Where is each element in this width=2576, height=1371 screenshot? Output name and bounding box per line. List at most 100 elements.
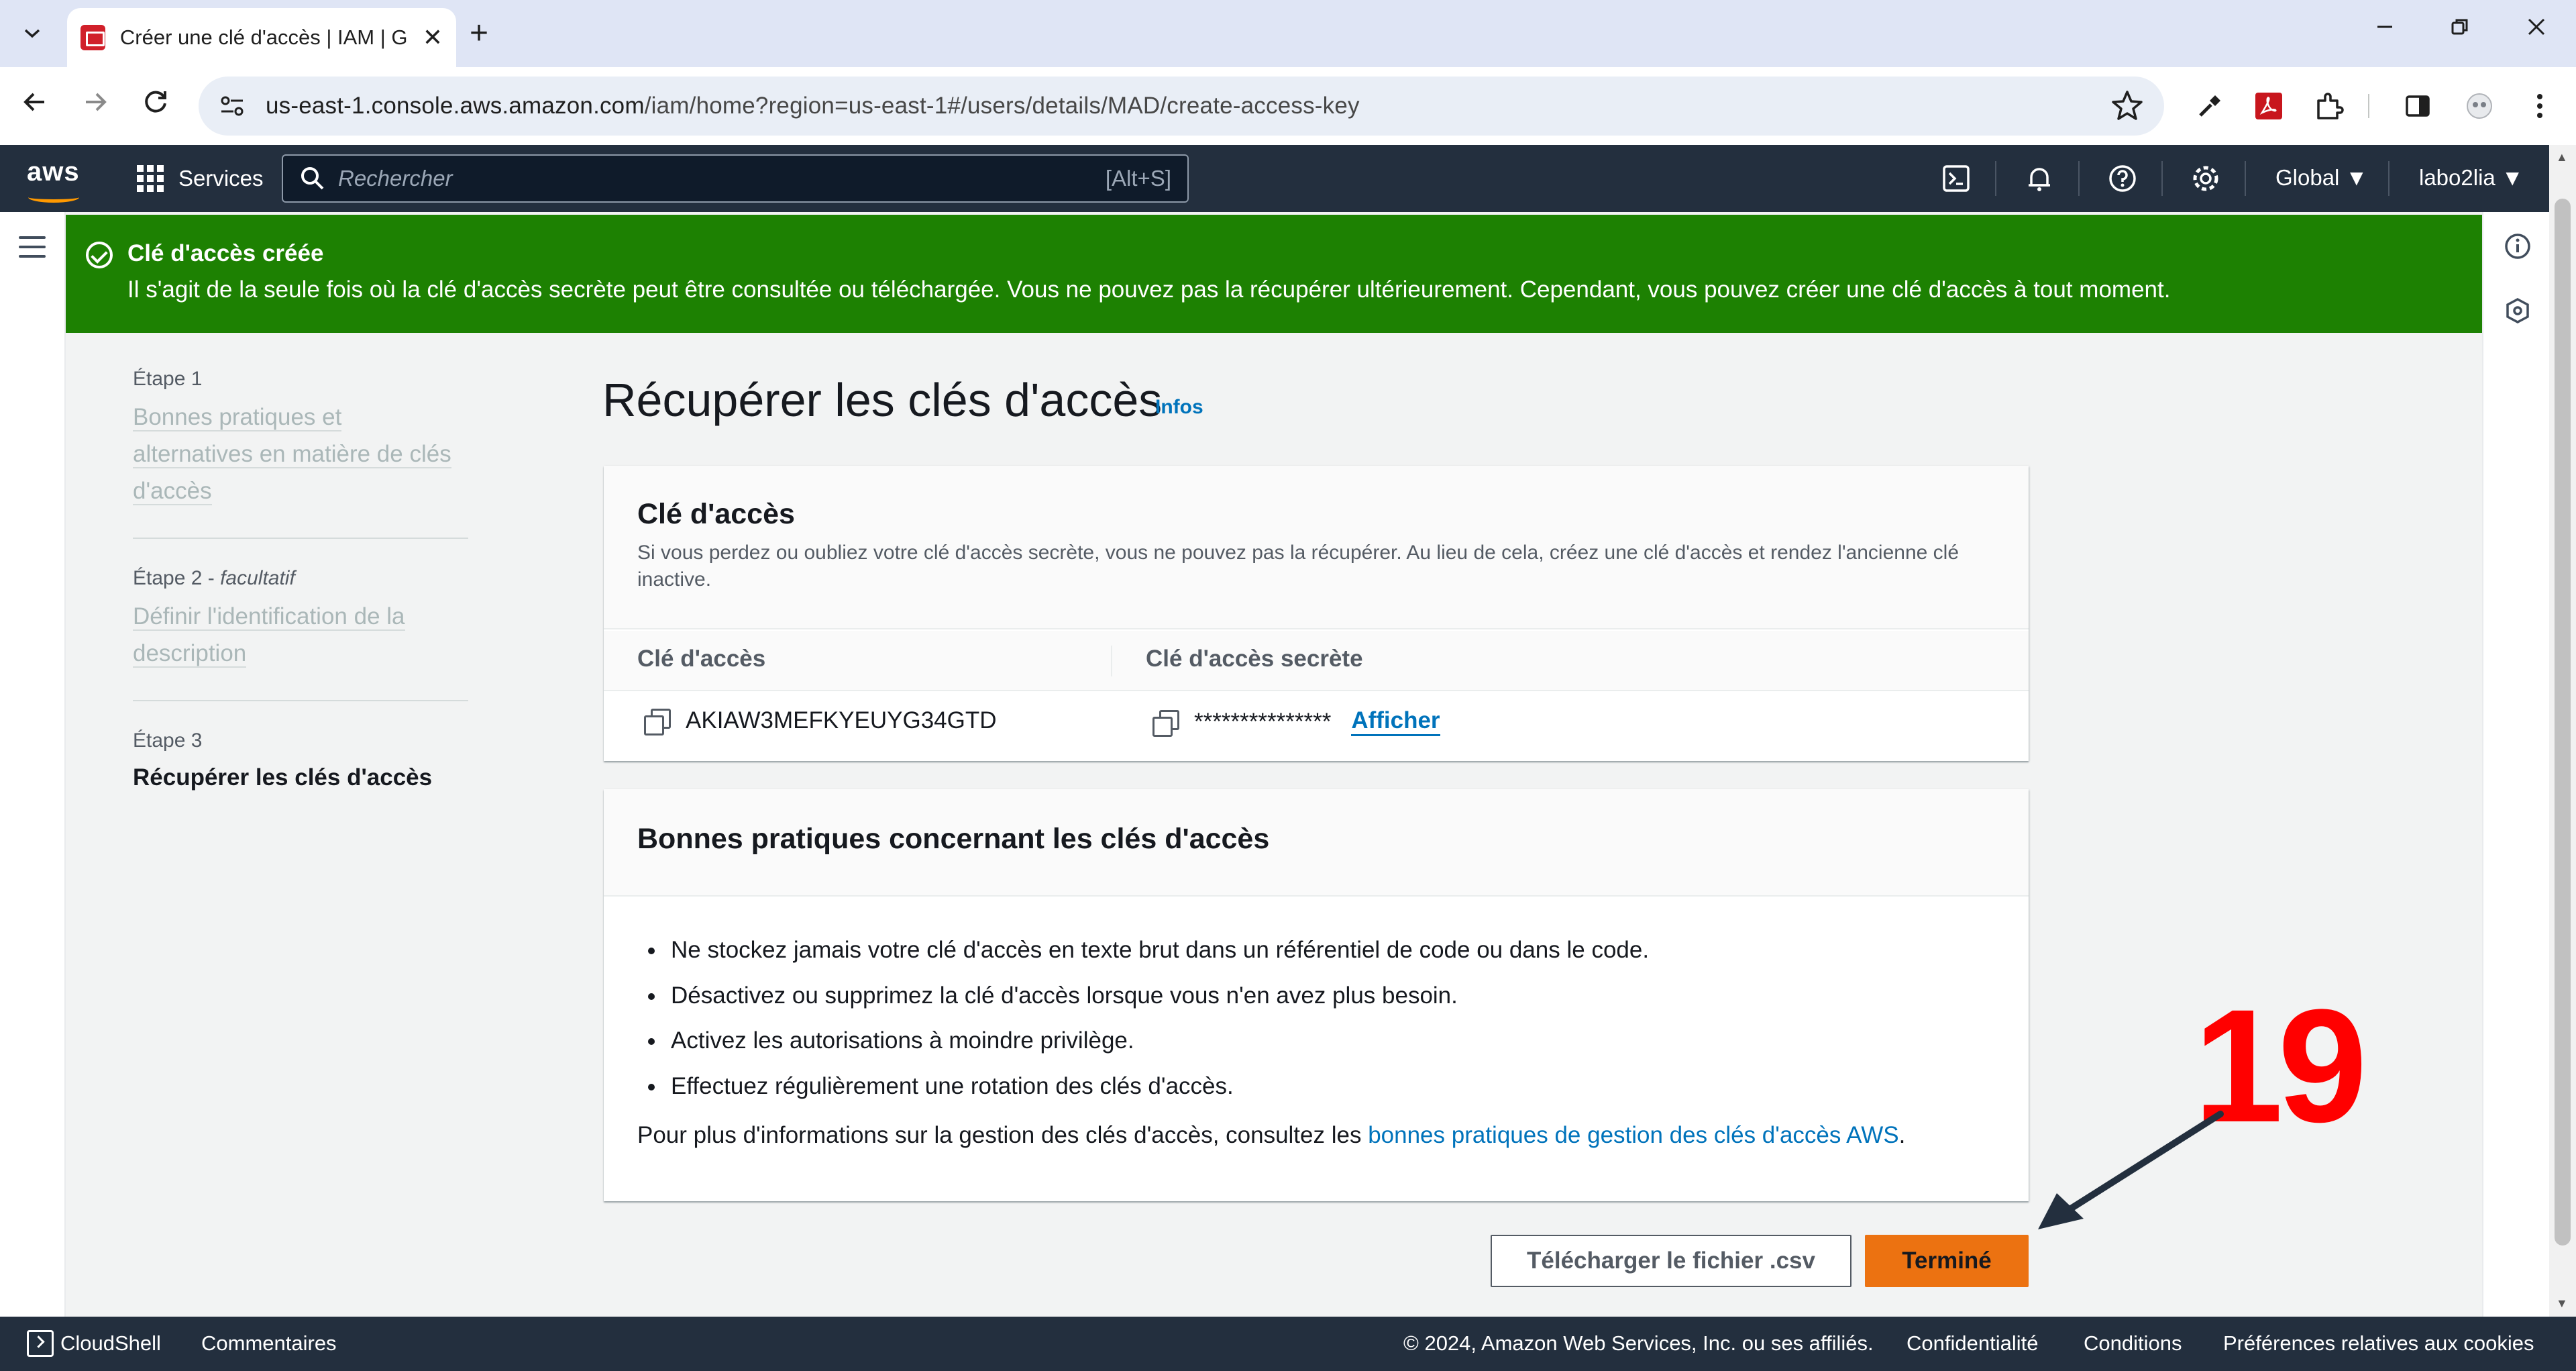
list-item: Désactivez ou supprimez la clé d'accès l… bbox=[648, 973, 1649, 1019]
best-practices-list: Ne stockez jamais votre clé d'accès en t… bbox=[648, 927, 1649, 1109]
left-navigation-rail bbox=[0, 212, 66, 1317]
step-2-link[interactable]: Définir l'identification de la descripti… bbox=[133, 598, 468, 672]
list-item: Ne stockez jamais votre clé d'accès en t… bbox=[648, 927, 1649, 973]
cloudshell-link[interactable]: CloudShell bbox=[60, 1331, 161, 1356]
copy-icon[interactable] bbox=[644, 709, 671, 735]
minimize-window-button[interactable] bbox=[2375, 15, 2395, 43]
account-menu[interactable]: labo2lia ▼ bbox=[2419, 165, 2524, 191]
back-button[interactable] bbox=[20, 87, 50, 124]
new-tab-button[interactable]: + bbox=[470, 17, 488, 50]
services-menu-button[interactable]: Services bbox=[137, 165, 264, 192]
more-info-suffix: . bbox=[1898, 1122, 1906, 1148]
terms-link[interactable]: Conditions bbox=[2084, 1331, 2182, 1356]
search-input[interactable]: Rechercher [Alt+S] bbox=[282, 154, 1189, 203]
minimize-icon bbox=[2377, 26, 2392, 28]
nav-separator bbox=[2388, 161, 2390, 196]
restore-icon bbox=[2451, 19, 2468, 35]
access-key-container: Clé d'accès Si vous perdez ou oubliez vo… bbox=[604, 466, 2029, 761]
more-info-text: Pour plus d'informations sur la gestion … bbox=[637, 1122, 1905, 1149]
column-header-secret-key: Clé d'accès secrète bbox=[1146, 646, 1363, 672]
url-text: us-east-1.console.aws.amazon.com/iam/hom… bbox=[266, 93, 1360, 119]
step-2-label: Étape 2 - facultatif bbox=[133, 567, 468, 590]
done-button[interactable]: Terminé bbox=[1865, 1235, 2029, 1287]
extensions-icon[interactable] bbox=[2313, 90, 2345, 122]
tab-title: Créer une clé d'accès | IAM | Global bbox=[119, 26, 407, 49]
best-practices-header: Bonnes pratiques concernant les clés d'a… bbox=[604, 789, 2029, 897]
browser-address-bar: us-east-1.console.aws.amazon.com/iam/hom… bbox=[0, 67, 2576, 145]
secret-key-cell: *************** Afficher bbox=[1152, 707, 1440, 737]
site-info-icon[interactable] bbox=[215, 89, 250, 123]
scroll-up-arrow[interactable]: ▲ bbox=[2556, 150, 2568, 164]
step-1-link[interactable]: Bonnes pratiques et alternatives en mati… bbox=[133, 399, 468, 509]
bookmark-star-icon[interactable] bbox=[2110, 89, 2144, 125]
step-3-label: Étape 3 bbox=[133, 729, 203, 752]
step-2-optional: facultatif bbox=[220, 567, 295, 589]
wizard-steps: Étape 1 Bonnes pratiques et alternatives… bbox=[133, 368, 468, 791]
aws-logo-text: aws bbox=[27, 157, 80, 187]
url-bar[interactable]: us-east-1.console.aws.amazon.com/iam/hom… bbox=[199, 77, 2164, 136]
download-csv-button[interactable]: Télécharger le fichier .csv bbox=[1491, 1235, 1851, 1287]
browser-menu-icon[interactable] bbox=[2524, 90, 2556, 122]
search-placeholder: Rechercher bbox=[338, 166, 453, 191]
access-key-title: Clé d'accès bbox=[637, 498, 795, 530]
side-panel-icon[interactable] bbox=[2402, 90, 2434, 122]
list-item: Effectuez régulièrement une rotation des… bbox=[648, 1064, 1649, 1109]
scrollbar-thumb[interactable] bbox=[2555, 199, 2571, 1246]
cookie-preferences-link[interactable]: Préférences relatives aux cookies bbox=[2223, 1331, 2534, 1356]
nav-separator bbox=[1995, 161, 1996, 196]
hamburger-menu-icon[interactable] bbox=[19, 236, 46, 264]
reload-button[interactable] bbox=[141, 87, 170, 124]
show-secret-link[interactable]: Afficher bbox=[1351, 707, 1440, 736]
step-divider bbox=[133, 538, 468, 539]
copyright-text: © 2024, Amazon Web Services, Inc. ou ses… bbox=[1403, 1331, 1874, 1355]
copy-icon[interactable] bbox=[1152, 709, 1179, 737]
settings-gear-icon[interactable] bbox=[2188, 161, 2223, 196]
access-key-cell: AKIAW3MEFKYEUYG34GTD bbox=[644, 707, 997, 735]
aws-iam-favicon-icon bbox=[80, 25, 105, 50]
region-selector[interactable]: Global ▼ bbox=[2275, 165, 2367, 191]
search-icon bbox=[301, 167, 324, 190]
access-key-header: Clé d'accès Si vous perdez ou oubliez vo… bbox=[604, 466, 2029, 629]
column-separator bbox=[1111, 646, 1112, 676]
annotation-arrow-icon bbox=[2038, 1111, 2224, 1229]
profile-icon[interactable] bbox=[2463, 90, 2496, 122]
best-practices-container: Bonnes pratiques concernant les clés d'a… bbox=[604, 789, 2029, 1201]
feedback-link[interactable]: Commentaires bbox=[201, 1331, 337, 1356]
feedback-hexagon-icon[interactable] bbox=[2504, 297, 2532, 328]
pdf-icon[interactable] bbox=[2253, 90, 2285, 122]
close-window-button[interactable] bbox=[2526, 15, 2546, 43]
eyedropper-icon[interactable] bbox=[2194, 90, 2226, 122]
notifications-bell-icon[interactable] bbox=[2022, 161, 2057, 196]
search-shortcut: [Alt+S] bbox=[1105, 166, 1171, 191]
close-icon bbox=[2528, 18, 2545, 36]
scroll-down-arrow[interactable]: ▼ bbox=[2556, 1297, 2568, 1311]
reload-icon bbox=[145, 91, 166, 113]
access-key-description: Si vous perdez ou oubliez votre clé d'ac… bbox=[637, 542, 1960, 591]
step-divider bbox=[133, 700, 468, 701]
nav-separator bbox=[2161, 161, 2163, 196]
info-panel-icon[interactable] bbox=[2504, 232, 2532, 264]
more-info-prefix: Pour plus d'informations sur la gestion … bbox=[637, 1122, 1368, 1148]
success-flashbar: Clé d'accès créée Il s'agit de la seule … bbox=[66, 215, 2482, 333]
url-path: /iam/home?region=us-east-1#/users/detail… bbox=[644, 93, 1360, 119]
privacy-link[interactable]: Confidentialité bbox=[1907, 1331, 2038, 1356]
tab-search-button[interactable] bbox=[13, 16, 51, 51]
tab-close-icon[interactable]: ✕ bbox=[423, 23, 443, 52]
browser-tab-active[interactable]: Créer une clé d'accès | IAM | Global ✕ bbox=[67, 8, 456, 67]
toolbar-separator bbox=[2368, 94, 2369, 118]
info-link[interactable]: Infos bbox=[1155, 396, 1203, 419]
help-icon[interactable] bbox=[2105, 161, 2140, 196]
cloudshell-icon[interactable] bbox=[27, 1330, 54, 1357]
right-tools-rail bbox=[2482, 212, 2549, 1317]
cloudshell-nav-icon[interactable] bbox=[1939, 161, 1974, 196]
browser-tab-bar: Créer une clé d'accès | IAM | Global ✕ + bbox=[0, 0, 2576, 67]
best-practices-link[interactable]: bonnes pratiques de gestion des clés d'a… bbox=[1368, 1122, 1898, 1148]
page-scrollbar[interactable]: ▲ ▼ bbox=[2549, 145, 2576, 1317]
chevron-down-icon bbox=[24, 29, 40, 38]
services-grid-icon bbox=[137, 165, 164, 192]
console-footer: CloudShell Commentaires © 2024, Amazon W… bbox=[0, 1317, 2576, 1371]
restore-window-button[interactable] bbox=[2450, 15, 2470, 43]
aws-logo[interactable]: aws bbox=[27, 157, 80, 203]
nav-separator bbox=[2245, 161, 2246, 196]
forward-button[interactable] bbox=[80, 87, 110, 124]
